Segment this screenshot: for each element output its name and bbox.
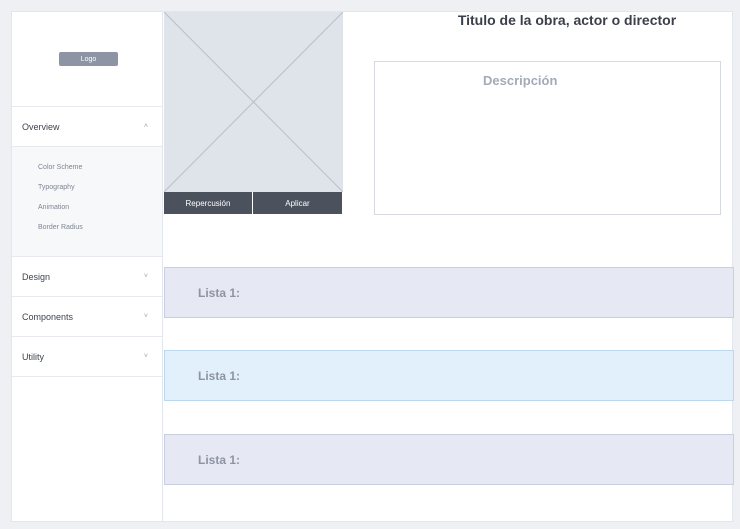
sidebar-item-label: Overview xyxy=(22,121,60,132)
overview-submenu: Color Scheme Typography Animation Border… xyxy=(12,147,162,257)
submenu-item-color-scheme[interactable]: Color Scheme xyxy=(38,163,162,183)
sidebar-item-utility[interactable]: Utility ˅ xyxy=(12,337,162,377)
description-label: Descripción xyxy=(483,73,558,88)
logo[interactable]: Logo xyxy=(59,52,118,66)
logo-area: Logo xyxy=(12,12,162,107)
sidebar-item-overview[interactable]: Overview ˄ xyxy=(12,107,162,147)
sidebar-item-design[interactable]: Design ˅ xyxy=(12,257,162,297)
sidebar: Logo Overview ˄ Color Scheme Typography … xyxy=(12,12,163,521)
sidebar-item-label: Utility xyxy=(22,351,44,362)
app-frame: Logo Overview ˄ Color Scheme Typography … xyxy=(11,11,734,522)
list-label: Lista 1: xyxy=(198,452,241,467)
submenu-item-animation[interactable]: Animation xyxy=(38,203,162,223)
list-item[interactable]: Lista 1: xyxy=(164,267,734,318)
page-title: Titulo de la obra, actor o director xyxy=(457,12,677,28)
chevron-down-icon: ˅ xyxy=(143,353,148,360)
submenu-item-border-radius[interactable]: Border Radius xyxy=(38,223,162,243)
list-item[interactable]: Lista 1: xyxy=(164,350,734,401)
chevron-down-icon: ˅ xyxy=(143,313,148,320)
sidebar-item-components[interactable]: Components ˅ xyxy=(12,297,162,337)
image-placeholder-icon xyxy=(164,12,343,192)
aplicar-button[interactable]: Aplicar xyxy=(253,192,342,214)
list-label: Lista 1: xyxy=(198,285,241,300)
list-label: Lista 1: xyxy=(198,368,241,383)
image-placeholder xyxy=(164,12,343,192)
submenu-item-typography[interactable]: Typography xyxy=(38,183,162,203)
sidebar-item-label: Design xyxy=(22,271,51,282)
chevron-up-icon: ˄ xyxy=(143,123,148,130)
description-box[interactable]: Descripción xyxy=(374,61,721,215)
chevron-down-icon: ˅ xyxy=(143,273,148,280)
list-item[interactable]: Lista 1: xyxy=(164,434,734,485)
sidebar-item-label: Components xyxy=(22,311,74,322)
repercusion-button[interactable]: Repercusión xyxy=(164,192,252,214)
